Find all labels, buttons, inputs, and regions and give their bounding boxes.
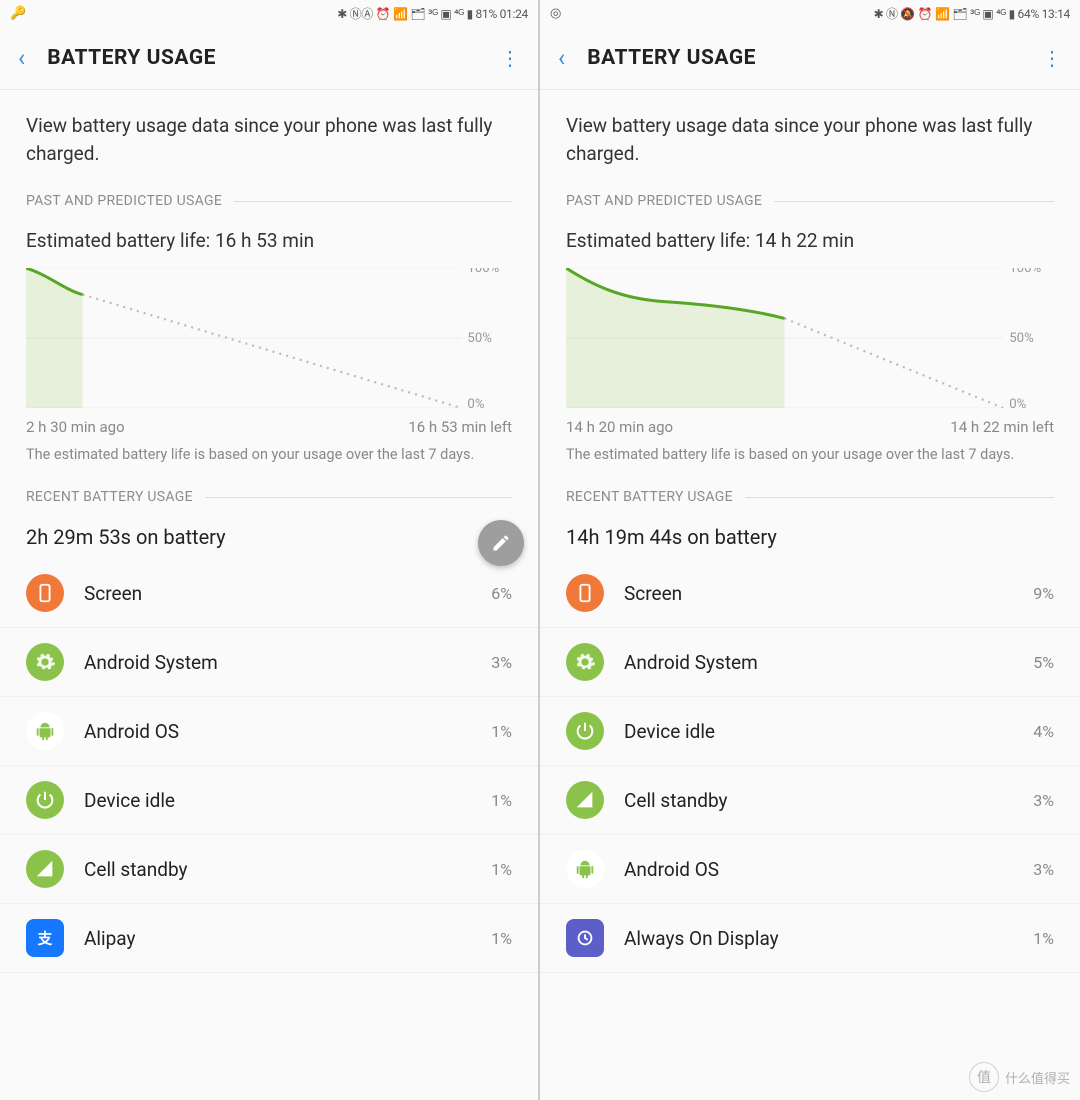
svg-text:50%: 50% (467, 331, 492, 346)
estimated-life: Estimated battery life: 16 h 53 min (0, 213, 538, 258)
app-percent: 1% (1033, 929, 1054, 948)
chart-note: The estimated battery life is based on y… (540, 438, 1080, 481)
more-menu-button[interactable]: ⋮ (1042, 46, 1062, 70)
back-button[interactable]: ‹ (558, 44, 565, 72)
svg-text:100%: 100% (467, 268, 499, 276)
status-bar: ◎ ✱ Ⓝ 🔕 ⏰ 📶 🗂 ³ᴳ ▣ ⁴ᴳ ▮ 64% 13:14 (540, 0, 1080, 26)
more-menu-button[interactable]: ⋮ (500, 46, 520, 70)
cell-icon (566, 781, 604, 819)
status-right: ✱ Ⓝ 🔕 ⏰ 📶 🗂 ³ᴳ ▣ ⁴ᴳ ▮ 64% 13:14 (874, 5, 1070, 22)
svg-text:0%: 0% (467, 397, 484, 408)
edit-fab[interactable] (478, 520, 524, 566)
app-percent: 4% (1033, 722, 1054, 741)
phone-screen: 🔑 ✱ ⓃⒶ ⏰ 📶 🗂 ³ᴳ ▣ ⁴ᴳ ▮ 81% 01:24 ‹ BATTE… (0, 0, 540, 1100)
app-name: Device idle (624, 720, 1033, 743)
app-row[interactable]: Device idle 4% (540, 697, 1080, 766)
app-name: Cell standby (624, 789, 1033, 812)
power-icon (566, 712, 604, 750)
app-name: Android OS (84, 720, 491, 743)
status-right: ✱ ⓃⒶ ⏰ 📶 🗂 ³ᴳ ▣ ⁴ᴳ ▮ 81% 01:24 (337, 5, 528, 22)
app-percent: 9% (1033, 584, 1054, 603)
app-percent: 1% (491, 722, 512, 741)
android-icon (26, 712, 64, 750)
cell-icon (26, 850, 64, 888)
screen-icon (26, 574, 64, 612)
gear-icon (566, 643, 604, 681)
svg-text:支: 支 (37, 930, 53, 948)
app-row[interactable]: Android OS 3% (540, 835, 1080, 904)
intro-text: View battery usage data since your phone… (540, 90, 1080, 185)
app-percent: 3% (1033, 791, 1054, 810)
aod-icon (566, 919, 604, 957)
header: ‹ BATTERY USAGE ⋮ (0, 26, 538, 90)
app-row[interactable]: 支 Alipay 1% (0, 904, 538, 973)
time-on-battery: 2h 29m 53s on battery (0, 509, 538, 559)
chart-x-labels: 14 h 20 min ago 14 h 22 min left (540, 412, 1080, 438)
app-row[interactable]: Android System 3% (0, 628, 538, 697)
chart-x-labels: 2 h 30 min ago 16 h 53 min left (0, 412, 538, 438)
status-left: 🔑 (10, 6, 26, 21)
battery-chart[interactable]: 100% 50% 0% (540, 258, 1080, 412)
app-percent: 1% (491, 929, 512, 948)
app-row[interactable]: Cell standby 1% (0, 835, 538, 904)
back-button[interactable]: ‹ (18, 44, 25, 72)
app-percent: 1% (491, 791, 512, 810)
app-row[interactable]: Screen 6% (0, 559, 538, 628)
section-recent-header: RECENT BATTERY USAGE (540, 481, 1080, 509)
estimated-life: Estimated battery life: 14 h 22 min (540, 213, 1080, 258)
app-percent: 3% (491, 653, 512, 672)
status-left: ◎ (550, 6, 561, 21)
app-name: Android System (624, 651, 1033, 674)
content: View battery usage data since your phone… (0, 90, 538, 1100)
page-title: BATTERY USAGE (587, 46, 1042, 70)
svg-text:0%: 0% (1009, 397, 1027, 408)
intro-text: View battery usage data since your phone… (0, 90, 538, 185)
app-list: Screen 6% Android System 3% Android OS 1… (0, 559, 538, 973)
watermark: 值什么值得买 (969, 1062, 1070, 1092)
app-row[interactable]: Cell standby 3% (540, 766, 1080, 835)
app-row[interactable]: Screen 9% (540, 559, 1080, 628)
svg-text:100%: 100% (1009, 268, 1041, 276)
app-name: Device idle (84, 789, 491, 812)
section-past-header: PAST AND PREDICTED USAGE (0, 185, 538, 213)
battery-chart[interactable]: 100% 50% 0% (0, 258, 538, 412)
app-name: Cell standby (84, 858, 491, 881)
alipay-icon: 支 (26, 919, 64, 957)
app-list: Screen 9% Android System 5% Device idle … (540, 559, 1080, 973)
app-row[interactable]: Android OS 1% (0, 697, 538, 766)
gear-icon (26, 643, 64, 681)
app-percent: 3% (1033, 860, 1054, 879)
app-row[interactable]: Always On Display 1% (540, 904, 1080, 973)
content: View battery usage data since your phone… (540, 90, 1080, 1100)
app-name: Android OS (624, 858, 1033, 881)
section-recent-header: RECENT BATTERY USAGE (0, 481, 538, 509)
app-name: Screen (84, 582, 491, 605)
chart-note: The estimated battery life is based on y… (0, 438, 538, 481)
app-row[interactable]: Android System 5% (540, 628, 1080, 697)
phone-screen: ◎ ✱ Ⓝ 🔕 ⏰ 📶 🗂 ³ᴳ ▣ ⁴ᴳ ▮ 64% 13:14 ‹ BATT… (540, 0, 1080, 1100)
app-name: Screen (624, 582, 1033, 605)
app-name: Always On Display (624, 927, 1033, 950)
section-past-header: PAST AND PREDICTED USAGE (540, 185, 1080, 213)
status-bar: 🔑 ✱ ⓃⒶ ⏰ 📶 🗂 ³ᴳ ▣ ⁴ᴳ ▮ 81% 01:24 (0, 0, 538, 26)
svg-text:50%: 50% (1009, 331, 1034, 346)
app-name: Alipay (84, 927, 491, 950)
android-icon (566, 850, 604, 888)
screen-icon (566, 574, 604, 612)
app-percent: 6% (491, 584, 512, 603)
time-on-battery: 14h 19m 44s on battery (540, 509, 1080, 559)
page-title: BATTERY USAGE (47, 46, 500, 70)
app-name: Android System (84, 651, 491, 674)
app-percent: 5% (1033, 653, 1054, 672)
header: ‹ BATTERY USAGE ⋮ (540, 26, 1080, 90)
app-row[interactable]: Device idle 1% (0, 766, 538, 835)
power-icon (26, 781, 64, 819)
app-percent: 1% (491, 860, 512, 879)
